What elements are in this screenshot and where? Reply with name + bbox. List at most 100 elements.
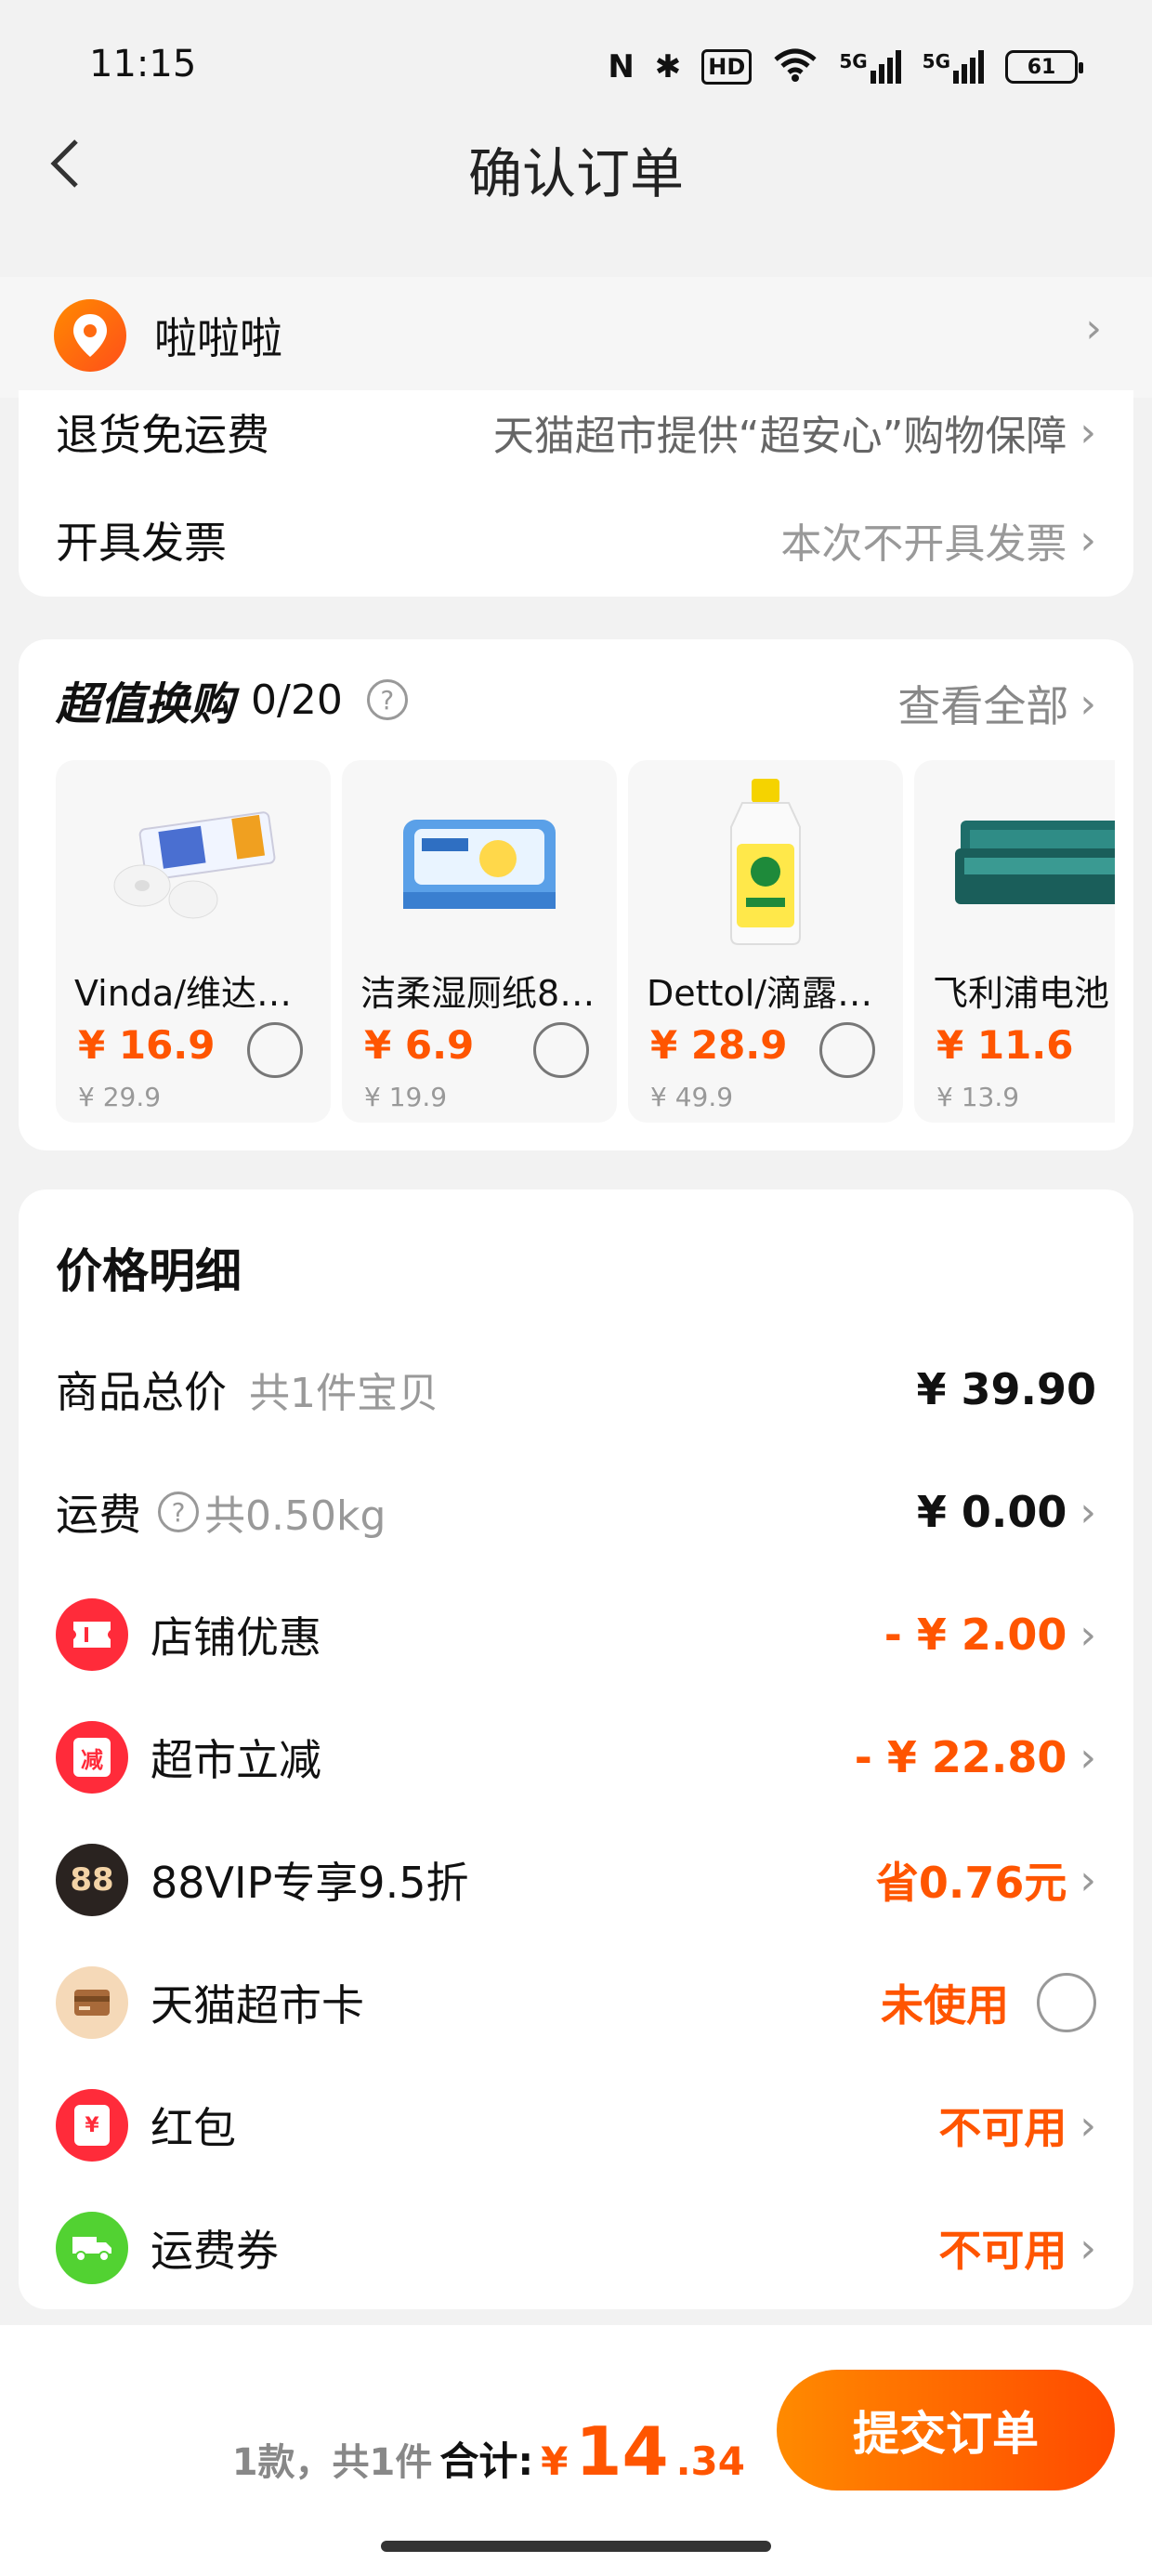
chevron-right-icon: › [1080, 2224, 1096, 2272]
chevron-right-icon: › [1080, 1488, 1096, 1536]
price-detail-card: 价格明细 商品总价 共1件宝贝 ¥ 39.90 运费 ? 共0.50kg ¥ 0… [19, 1189, 1133, 2309]
page-title: 确认订单 [467, 142, 684, 205]
total-integer: 14 [575, 2412, 669, 2491]
product-original-price: ¥ 13.9 [936, 1082, 1020, 1112]
product-select-radio[interactable] [819, 1022, 875, 1078]
view-all-link[interactable]: 查看全部 › [897, 673, 1096, 734]
goods-total-label: 商品总价 [56, 1367, 227, 1417]
wifi-icon [772, 46, 818, 87]
product-name: Dettol/滴露衣物除菌液 [647, 973, 890, 1014]
shipping-value: ¥ 0.00 [916, 1487, 1067, 1537]
status-time: 11:15 [89, 43, 197, 85]
market-card-label: 天猫超市卡 [151, 1980, 364, 2031]
shipping-label: 运费 [56, 1490, 141, 1540]
vip-discount-row[interactable]: 88 88VIP专享9.5折 省0.76元 › [56, 1838, 1096, 1922]
goods-total-sub: 共1件宝贝 [249, 1370, 439, 1417]
reduce-icon: 减 [56, 1721, 128, 1794]
card-icon [56, 1966, 128, 2039]
swap-count: 0/20 [251, 676, 343, 724]
product-card[interactable]: Dettol/滴露衣物除菌液 ¥ 28.9 ¥ 49.9 [628, 760, 903, 1123]
product-select-radio[interactable] [533, 1022, 589, 1078]
chevron-right-icon: › [1080, 516, 1096, 564]
market-card-row[interactable]: 天猫超市卡 未使用 [56, 1961, 1096, 2044]
product-price: ¥ 11.6 [936, 1022, 1074, 1068]
status-bar: 11:15 N ✱ HD 5G 5G 61 [0, 0, 1152, 130]
product-original-price: ¥ 49.9 [650, 1082, 734, 1112]
red-packet-icon: ¥ [56, 2089, 128, 2162]
vip-discount-value: 省0.76元 [875, 1858, 1067, 1908]
detergent-bottle-image [673, 779, 858, 946]
red-packet-row[interactable]: ¥ 红包 不可用 › [56, 2083, 1096, 2167]
red-packet-value: 不可用 [938, 2103, 1067, 2153]
swap-card: 超值换购 0/20 ? 查看全部 › Vinda/维达卷纸 ¥ 16.9 ¥ 2… [19, 639, 1133, 1150]
product-select-radio[interactable] [247, 1022, 303, 1078]
service-card: 退货免运费 天猫超市提供“超安心”购物保障 › 开具发票 本次不开具发票 › [19, 390, 1133, 597]
shipping-coupon-label: 运费券 [151, 2226, 279, 2276]
product-price: ¥ 16.9 [78, 1022, 216, 1068]
product-price: ¥ 28.9 [650, 1022, 788, 1068]
nfc-icon: N [608, 48, 635, 85]
battery-pack-image [951, 779, 1115, 946]
chevron-right-icon: › [1080, 2101, 1096, 2149]
item-count: 1款，共1件 [231, 2441, 433, 2484]
price-detail-title: 价格明细 [56, 1244, 242, 1298]
total-label: 合计: [439, 2438, 534, 2484]
product-name: Vinda/维达卷纸 [74, 973, 318, 1014]
invoice-label: 开具发票 [56, 518, 227, 568]
signal-5g-icon-2: 5G [923, 50, 985, 84]
help-icon[interactable]: ? [158, 1492, 199, 1532]
order-summary: 1款，共1件 合计: ¥14.34 [232, 2412, 745, 2491]
market-card-radio[interactable] [1037, 1973, 1096, 2032]
chevron-right-icon: › [1080, 1610, 1096, 1659]
shipping-row[interactable]: 运费 ? 共0.50kg ¥ 0.00 › [56, 1470, 1096, 1554]
submit-order-button[interactable]: 提交订单 [777, 2370, 1115, 2491]
nav-bar: 确认订单 [0, 121, 1152, 214]
shipping-coupon-value: 不可用 [938, 2226, 1067, 2276]
swap-product-list[interactable]: Vinda/维达卷纸 ¥ 16.9 ¥ 29.9 洁柔湿厕纸80片 ¥ 6.9 … [56, 760, 1115, 1124]
shop-discount-label: 店铺优惠 [151, 1612, 321, 1663]
bottom-bar: 1款，共1件 合计: ¥14.34 提交订单 [0, 2325, 1152, 2576]
return-shipping-label: 退货免运费 [56, 410, 269, 460]
battery-icon: 61 [1005, 50, 1083, 84]
chevron-right-icon: › [1080, 408, 1096, 456]
product-card[interactable]: 飞利浦电池 ¥ 11.6 ¥ 13.9 [914, 760, 1115, 1123]
shipping-coupon-row[interactable]: 运费券 不可用 › [56, 2206, 1096, 2290]
product-name: 洁柔湿厕纸80片 [360, 973, 604, 1014]
shop-discount-value: - ¥ 2.00 [884, 1610, 1067, 1660]
address-banner[interactable]: 啦啦啦 › [0, 277, 1152, 398]
vip-88-icon: 88 [56, 1844, 128, 1916]
swap-title: 超值换购 [56, 678, 235, 730]
chevron-right-icon: › [1080, 1856, 1096, 1904]
market-reduce-row[interactable]: 减 超市立减 - ¥ 22.80 › [56, 1715, 1096, 1799]
wet-wipes-image [386, 779, 572, 946]
market-card-value: 未使用 [881, 1980, 1009, 2031]
goods-total-value: ¥ 39.90 [916, 1364, 1096, 1414]
chevron-right-icon: › [1080, 679, 1096, 728]
bluetooth-icon: ✱ [654, 48, 682, 85]
product-card[interactable]: 洁柔湿厕纸80片 ¥ 6.9 ¥ 19.9 [342, 760, 617, 1123]
hd-icon: HD [701, 49, 753, 85]
help-icon[interactable]: ? [366, 679, 408, 720]
market-reduce-label: 超市立减 [151, 1735, 321, 1785]
product-original-price: ¥ 29.9 [78, 1082, 162, 1112]
goods-total-row: 商品总价 共1件宝贝 ¥ 39.90 [56, 1347, 1096, 1431]
address-name: 啦啦啦 [154, 313, 282, 363]
product-name: 飞利浦电池 [933, 973, 1110, 1014]
ticket-icon [56, 1598, 128, 1671]
market-reduce-value: - ¥ 22.80 [854, 1732, 1067, 1782]
tissue-roll-image [100, 779, 286, 946]
invoice-value: 本次不开具发票 [780, 520, 1067, 568]
total-currency: ¥ [541, 2438, 569, 2484]
shop-discount-row[interactable]: 店铺优惠 - ¥ 2.00 › [56, 1593, 1096, 1676]
total-decimal: .34 [675, 2438, 745, 2484]
vip-discount-label: 88VIP专享9.5折 [151, 1858, 469, 1908]
home-indicator[interactable] [381, 2541, 771, 2552]
product-card[interactable]: Vinda/维达卷纸 ¥ 16.9 ¥ 29.9 [56, 760, 331, 1123]
red-packet-label: 红包 [151, 2103, 236, 2153]
signal-5g-icon: 5G [839, 50, 901, 84]
return-shipping-row[interactable]: 退货免运费 天猫超市提供“超安心”购物保障 › [56, 390, 1096, 474]
chevron-right-icon: › [1085, 305, 1102, 352]
location-pin-icon [54, 299, 126, 372]
product-original-price: ¥ 19.9 [364, 1082, 448, 1112]
invoice-row[interactable]: 开具发票 本次不开具发票 › [56, 498, 1096, 582]
